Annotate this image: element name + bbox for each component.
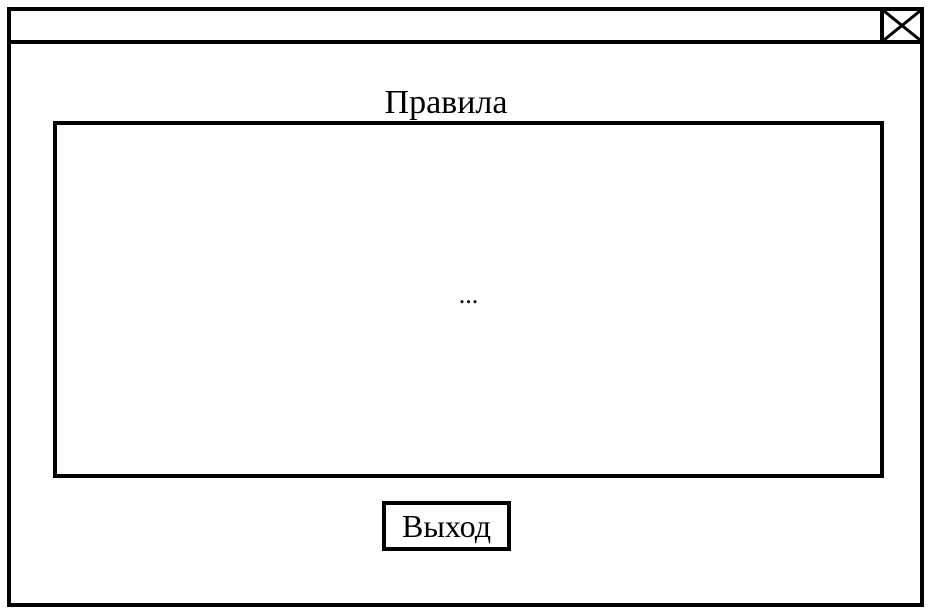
close-icon bbox=[884, 11, 920, 40]
page-title: Правила bbox=[384, 84, 508, 121]
close-button[interactable] bbox=[880, 11, 920, 40]
exit-button[interactable]: Выход bbox=[382, 501, 511, 551]
rules-content-text: ... bbox=[458, 279, 479, 309]
title-bar bbox=[11, 11, 920, 44]
rules-window: Правила ... Выход bbox=[7, 7, 924, 607]
rules-content-area: ... bbox=[53, 121, 884, 478]
